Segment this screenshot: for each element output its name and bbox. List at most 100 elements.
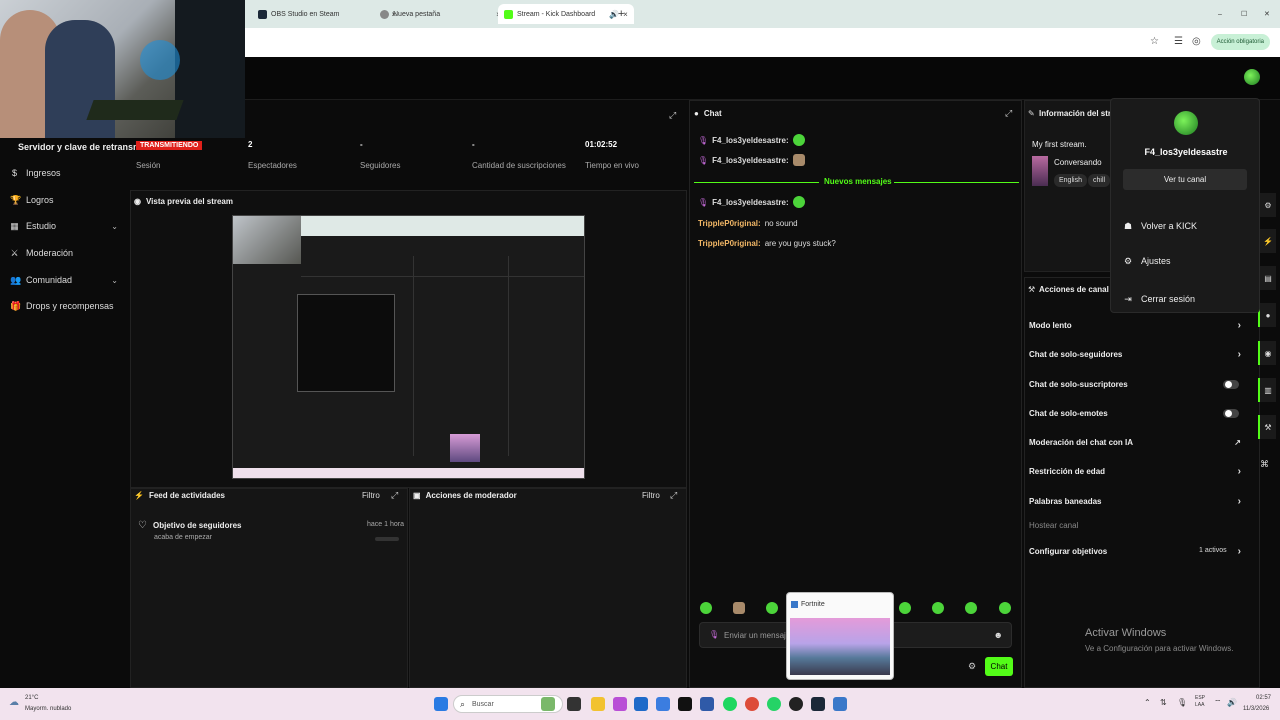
spotify-icon[interactable] bbox=[723, 697, 737, 711]
new-tab-button[interactable]: + bbox=[618, 4, 624, 24]
action-banned-words[interactable]: Palabras baneadas › bbox=[1029, 494, 1241, 508]
rail-button-tools[interactable]: ⚒ bbox=[1258, 415, 1276, 439]
emotes-only-toggle[interactable] bbox=[1223, 408, 1239, 418]
chat-text: are you guys stuck? bbox=[764, 239, 836, 248]
feed-filter-button[interactable]: Filtro bbox=[362, 491, 380, 500]
rail-button-layout[interactable]: ▥ bbox=[1258, 378, 1276, 402]
expand-icon[interactable]: ⤢ bbox=[670, 490, 677, 501]
rail-button-panel[interactable]: ▤ bbox=[1258, 266, 1276, 290]
mic-icon[interactable]: 🎙 bbox=[1177, 698, 1187, 707]
emote-icon[interactable] bbox=[700, 602, 712, 614]
tab-kick-dashboard[interactable]: Stream - Kick Dashboard 🔊 × bbox=[498, 4, 634, 24]
gift-icon: 🎁 bbox=[10, 300, 22, 311]
chat-username[interactable]: F4_los3yeldesastre: bbox=[712, 136, 789, 145]
rail-button-settings[interactable]: ⚙ bbox=[1258, 193, 1276, 217]
terminal-icon[interactable] bbox=[678, 697, 692, 711]
emote-icon[interactable] bbox=[766, 602, 778, 614]
expand-icon[interactable]: ⤢ bbox=[669, 110, 676, 121]
task-view-icon[interactable] bbox=[567, 697, 581, 711]
file-explorer-icon[interactable] bbox=[591, 697, 605, 711]
user-avatar[interactable] bbox=[1244, 69, 1260, 85]
chat-send-button[interactable]: Chat bbox=[985, 657, 1013, 676]
menu-item-back-to-kick[interactable]: ☗ Volver a KICK bbox=[1123, 219, 1197, 233]
fortnite-window-preview[interactable]: Fortnite bbox=[786, 592, 894, 680]
chrome-icon[interactable] bbox=[745, 697, 759, 711]
windows-start-icon[interactable] bbox=[434, 697, 448, 711]
network-icon[interactable]: ⇅ bbox=[1160, 698, 1167, 707]
fortnite-taskbar-icon[interactable] bbox=[833, 697, 847, 711]
blue-light bbox=[140, 40, 180, 80]
expand-icon[interactable]: ⤢ bbox=[1005, 108, 1012, 119]
volume-icon[interactable]: 🔊 bbox=[1227, 698, 1237, 707]
sidebar-item-estudio[interactable]: ▦ Estudio ⌄ bbox=[10, 218, 122, 234]
sidebar-item-drops[interactable]: 🎁 Drops y recompensas bbox=[10, 298, 122, 314]
chevron-down-icon[interactable]: ⌄ bbox=[111, 222, 118, 231]
wifi-icon[interactable]: ⌔ bbox=[1214, 698, 1222, 708]
chat-username[interactable]: TrippleP0riginal: bbox=[698, 239, 761, 248]
sidebar-item-ingresos[interactable]: $ Ingresos bbox=[10, 165, 122, 181]
obs-icon[interactable] bbox=[789, 697, 803, 711]
sidebar-item-label: Logros bbox=[26, 195, 54, 205]
sidebar-item-logros[interactable]: 🏆 Logros bbox=[10, 192, 122, 208]
stream-preview-video[interactable] bbox=[232, 215, 585, 479]
steam-icon[interactable] bbox=[811, 697, 825, 711]
action-age-restriction[interactable]: Restricción de edad › bbox=[1029, 464, 1241, 478]
emote-icon[interactable] bbox=[932, 602, 944, 614]
settings-gear-icon[interactable]: ⚙ bbox=[968, 661, 976, 672]
menu-item-logout[interactable]: ⇥ Cerrar sesión bbox=[1123, 292, 1195, 306]
whatsapp-icon[interactable] bbox=[767, 697, 781, 711]
chat-username[interactable]: F4_los3yeldesastre: bbox=[712, 198, 789, 207]
shortcuts-icon[interactable]: ⌘ bbox=[1260, 459, 1269, 470]
expand-icon[interactable]: ⤢ bbox=[391, 490, 398, 501]
tab-search-icon[interactable]: ☰ bbox=[1174, 36, 1183, 47]
outlook-icon[interactable] bbox=[634, 697, 648, 711]
emote-icon[interactable] bbox=[899, 602, 911, 614]
server-key-label[interactable]: Servidor y clave de retransm bbox=[18, 142, 141, 152]
maximize-button[interactable]: ☐ bbox=[1241, 4, 1247, 24]
rail-button-broadcast[interactable]: ◉ bbox=[1258, 341, 1276, 365]
rail-button-chat[interactable]: ● bbox=[1258, 303, 1276, 327]
subscribers-only-toggle[interactable] bbox=[1223, 379, 1239, 389]
cat-emote-icon[interactable] bbox=[733, 602, 745, 614]
action-followers-only[interactable]: Chat de solo-seguidores › bbox=[1029, 347, 1241, 361]
star-icon[interactable]: ☆ bbox=[1150, 36, 1159, 47]
kick-emote-icon bbox=[792, 134, 805, 146]
weather-temp[interactable]: 21°C bbox=[25, 695, 38, 701]
landscape-widget-icon[interactable] bbox=[541, 697, 555, 711]
followers-label: Seguidores bbox=[360, 161, 401, 170]
edge-icon[interactable] bbox=[656, 697, 670, 711]
chevron-up-icon[interactable]: ⌃ bbox=[1144, 698, 1151, 707]
chat-message: 🎙 F4_los3yeldesastre: bbox=[698, 196, 805, 208]
rail-button-lightning[interactable]: ⚡ bbox=[1258, 229, 1276, 253]
chat-username[interactable]: F4_los3yeldesastre: bbox=[712, 156, 789, 165]
extension-action-pill[interactable]: Acción obligatoria bbox=[1210, 34, 1270, 50]
mod-filter-button[interactable]: Filtro bbox=[642, 491, 660, 500]
sidebar-item-comunidad[interactable]: 👥 Comunidad ⌄ bbox=[10, 272, 122, 288]
store-icon[interactable] bbox=[700, 697, 714, 711]
category-name[interactable]: Conversando bbox=[1054, 158, 1102, 167]
clock-date[interactable]: 11/3/2026 bbox=[1243, 706, 1269, 712]
chevron-down-icon[interactable]: ⌄ bbox=[111, 276, 118, 285]
tab-new[interactable]: Nueva pestaña × bbox=[380, 4, 501, 24]
weather-desc[interactable]: Mayorm. nublado bbox=[25, 706, 71, 712]
lightning-icon: ⚡ bbox=[134, 491, 144, 500]
sidebar-item-moderacion[interactable]: ⚔ Moderación bbox=[10, 245, 122, 261]
menu-item-settings[interactable]: ⚙ Ajustes bbox=[1123, 254, 1171, 268]
emote-icon[interactable] bbox=[999, 602, 1011, 614]
clock-time[interactable]: 02:57 bbox=[1256, 695, 1271, 701]
view-channel-button[interactable]: Ver tu canal bbox=[1123, 169, 1247, 190]
chat-username[interactable]: TrippleP0riginal: bbox=[698, 219, 761, 228]
tab-obs-steam[interactable]: OBS Studio en Steam × bbox=[258, 4, 396, 24]
stream-info-title: Información del strea bbox=[1039, 109, 1120, 118]
copilot-icon[interactable] bbox=[613, 697, 627, 711]
close-window-button[interactable]: ✕ bbox=[1264, 4, 1270, 24]
minimize-button[interactable]: – bbox=[1218, 4, 1222, 24]
extension-icon[interactable]: ◎ bbox=[1192, 36, 1201, 47]
host-channel-label: Hostear canal bbox=[1029, 521, 1079, 530]
action-ai-moderation[interactable]: Moderación del chat con IA ↗ bbox=[1029, 435, 1241, 449]
emote-icon[interactable] bbox=[965, 602, 977, 614]
home-icon: ☗ bbox=[1123, 220, 1133, 231]
keyboard-language[interactable]: ESP LAA bbox=[1195, 695, 1205, 709]
action-slow-mode[interactable]: Modo lento › bbox=[1029, 318, 1241, 332]
emoji-icon[interactable]: ☻ bbox=[994, 630, 1003, 640]
